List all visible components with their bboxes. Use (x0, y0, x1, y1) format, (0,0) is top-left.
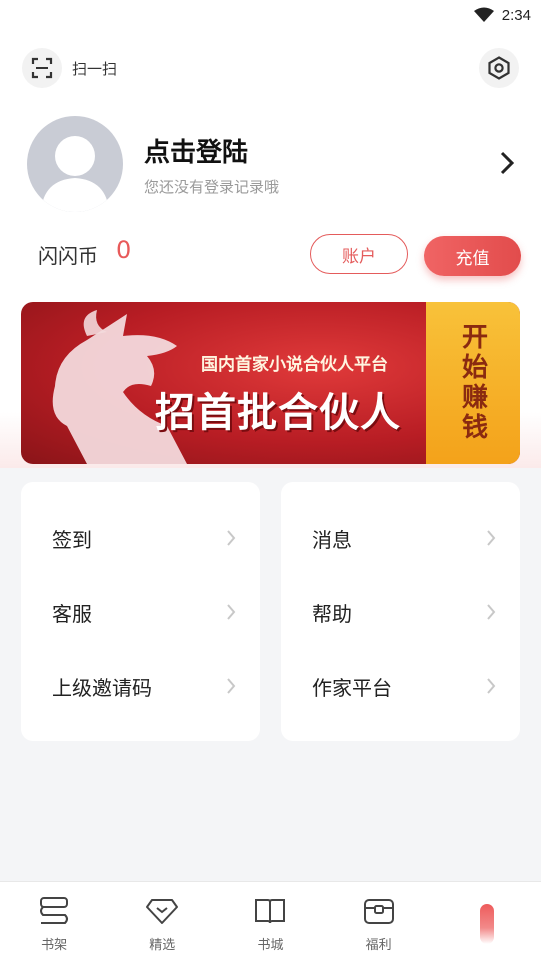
menu-item-label: 客服 (52, 601, 92, 626)
coin-label: 闪闪币 (38, 244, 98, 268)
coin-value: 0 (116, 236, 132, 264)
settings-icon (488, 56, 510, 80)
avatar-placeholder-icon (41, 136, 109, 212)
login-subtitle: 您还没有登录记录哦 (144, 178, 280, 196)
settings-button[interactable] (479, 48, 519, 88)
chevron-right-icon (227, 530, 236, 546)
menu-item-label: 帮助 (312, 601, 352, 626)
gift-box-icon (363, 899, 394, 924)
menu-card-right: 消息 帮助 作家平台 (281, 482, 520, 741)
tab-welfare[interactable]: 福利 (325, 882, 433, 962)
menu-item-customer-service[interactable]: 客服 (21, 587, 260, 637)
menu-item-checkin[interactable]: 签到 (21, 513, 260, 563)
menu-item-help[interactable]: 帮助 (281, 587, 520, 637)
banner-subtitle: 国内首家小说合伙人平台 (201, 355, 388, 375)
menu-item-author-platform[interactable]: 作家平台 (281, 661, 520, 711)
status-time: 2:34 (501, 6, 531, 24)
scan-icon (31, 57, 53, 79)
tab-label: 精选 (149, 938, 176, 953)
banner-cta[interactable]: 开始赚钱 (426, 302, 520, 464)
wifi-icon (473, 7, 494, 22)
account-button[interactable]: 账户 (310, 234, 408, 274)
scan-button[interactable] (22, 48, 62, 88)
book-icon (255, 899, 286, 924)
menu-item-label: 消息 (312, 527, 352, 552)
profile-active-indicator (479, 904, 494, 944)
tab-bookshelf[interactable]: 书架 (0, 882, 108, 962)
chevron-right-icon (227, 678, 236, 694)
bottom-tab-bar: 书架 精选 书城 福利 (0, 881, 541, 962)
menu-item-label: 签到 (52, 527, 92, 552)
status-bar: 2:34 (473, 4, 531, 26)
tab-label: 福利 (365, 938, 392, 953)
tab-featured[interactable]: 精选 (108, 882, 216, 962)
tab-label: 书城 (257, 938, 284, 953)
menu-item-invite-code[interactable]: 上级邀请码 (21, 661, 260, 711)
recharge-button[interactable]: 充值 (424, 236, 521, 276)
menu-card-left: 签到 客服 上级邀请码 (21, 482, 260, 741)
menu-item-label: 上级邀请码 (52, 675, 152, 700)
bookshelf-icon (40, 897, 69, 924)
chevron-right-icon (487, 678, 496, 694)
avatar[interactable] (27, 116, 123, 212)
chevron-right-icon[interactable] (499, 150, 515, 176)
scan-label[interactable]: 扫一扫 (72, 58, 117, 79)
tab-bookstore[interactable]: 书城 (216, 882, 324, 962)
menu-item-label: 作家平台 (312, 675, 392, 700)
chevron-right-icon (487, 530, 496, 546)
chevron-right-icon (227, 604, 236, 620)
tab-profile[interactable] (433, 882, 541, 962)
banner-cta-label: 开始赚钱 (457, 323, 488, 443)
diamond-icon (146, 899, 179, 924)
chevron-right-icon (487, 604, 496, 620)
menu-item-messages[interactable]: 消息 (281, 513, 520, 563)
tab-label: 书架 (41, 938, 68, 953)
login-title[interactable]: 点击登陆 (144, 132, 248, 169)
partner-banner[interactable]: 国内首家小说合伙人平台 招首批合伙人 开始赚钱 (21, 302, 520, 464)
banner-title: 招首批合伙人 (155, 390, 401, 436)
